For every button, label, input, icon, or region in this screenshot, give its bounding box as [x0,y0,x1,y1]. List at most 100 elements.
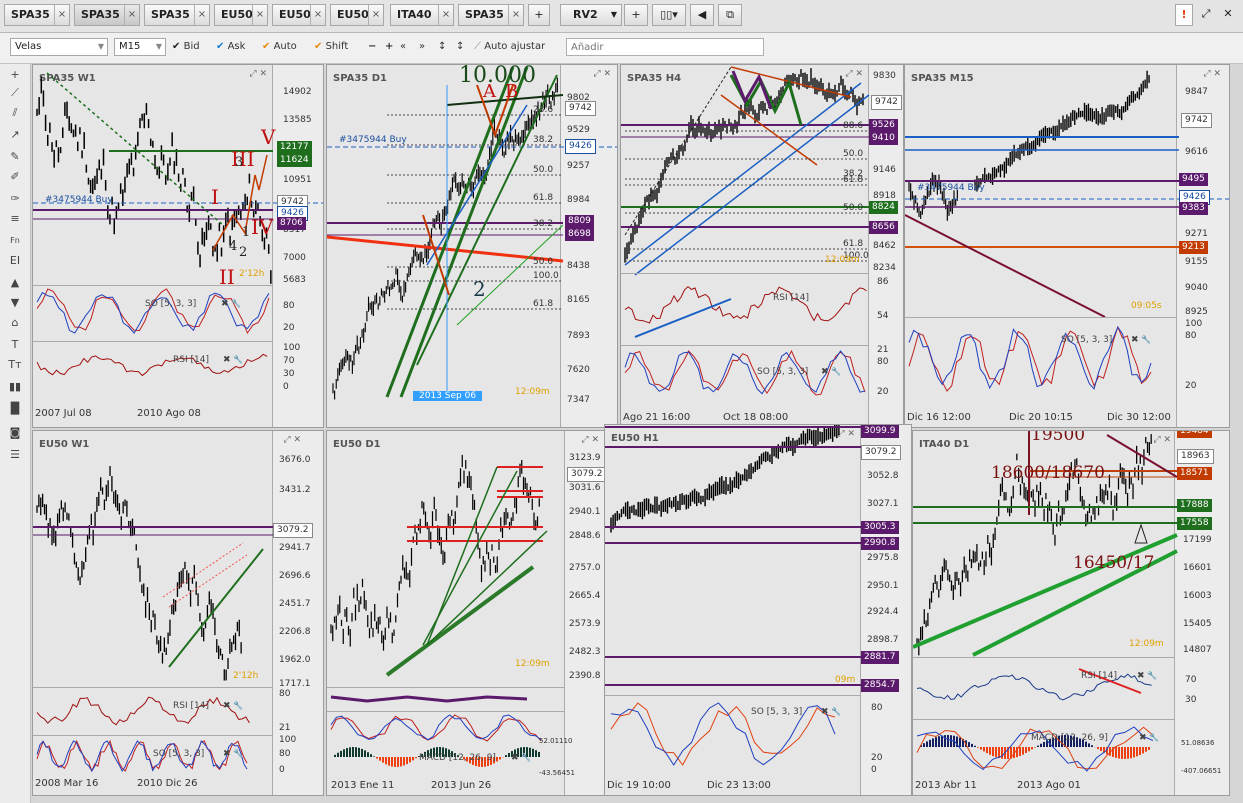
rv-selector[interactable]: RV2 ▼ [560,4,622,26]
ray-tool[interactable]: ↗ [5,128,25,142]
macd-bar [974,745,976,747]
detach-button[interactable]: ⧉ [718,4,742,26]
close-icon[interactable]: × [194,5,209,25]
chart-panel-spa35-d1[interactable]: SPA35 D1 ⤢ ✕ 23.6 38.2 50.0 61.8 38.2 50.0 100.… [326,64,618,428]
wrench-icon[interactable]: 🔧 [1141,335,1151,344]
add-window-button[interactable]: + [624,4,648,26]
macd-bar [1091,745,1093,747]
chart-panel-eu50-d1[interactable]: EU50 D1 ⤢ ✕ 3123.9 3031.6 2940.1 2848.6 2757.… [326,430,606,796]
close-icon[interactable]: × [438,5,453,25]
remove-indicator-icon[interactable]: ✖ [511,753,521,763]
close-icon[interactable]: × [124,5,139,25]
close-button[interactable]: ✕ [1219,4,1237,26]
fit-vertical-button[interactable]: ↕ [438,40,446,54]
brush-icon: ✐ [10,170,20,183]
trendline-tool[interactable]: ⟋ [5,86,25,100]
tab-eu50-5[interactable]: EU50 × [330,4,384,26]
tab-spa35-0[interactable]: SPA35 × [4,4,70,26]
info-button[interactable]: ! [1175,4,1193,26]
chart-panel-eu50-h1[interactable]: EU50 H1 ⤢ ✕ 3052.8 3027.1 2975.8 2950.1 2924.… [604,424,912,796]
remove-indicator-icon[interactable]: ✖ [1137,671,1147,681]
arrow-up-tool[interactable]: ▲ [5,276,25,290]
chart-panel-eu50-w1[interactable]: EU50 W1 ⤢ ✕ 3676.0 3431.2 2941.7 2696.6 2451.… [32,430,324,796]
pitchfork-tool[interactable]: ≡ [5,212,25,226]
date-tick: 2010 Ago 08 [137,408,201,419]
indicator-tools: ✖ 🔧 [821,367,841,377]
remove-indicator-icon[interactable]: ✖ [821,707,831,717]
layout-button[interactable]: ▯▯▾ [652,4,686,26]
shift-toggle[interactable]: ✔ Shift [314,40,348,54]
zoom-in-button[interactable]: + [385,40,393,54]
wrench-icon[interactable]: 🔧 [1149,733,1159,742]
pen-tool[interactable]: ✑ [5,192,25,206]
add-instrument-input[interactable] [566,38,764,56]
chart-panel-spa35-m15[interactable]: SPA35 M15 ⤢ ✕ #3475944 Buy 9847 9616 9271 915… [904,64,1230,428]
scale-vertical-button[interactable]: ↕ [456,40,464,54]
wrench-icon[interactable]: 🔧 [233,701,243,710]
price-tick: 7893 [567,331,590,341]
arrow-down-tool[interactable]: ▼ [5,296,25,310]
macd-bar [538,751,540,757]
wrench-icon[interactable]: 🔧 [233,355,243,364]
scroll-right-button[interactable]: » [419,40,425,54]
chart-panel-ita40-d1[interactable]: ITA40 D1 ⤢ ✕ 19500 18600/18670 16450/17 1719… [912,430,1230,796]
scroll-left-button[interactable]: « [400,40,406,54]
back-button[interactable]: ◀ [690,4,714,26]
tab-eu50-4[interactable]: EU50 × [272,4,326,26]
auto-adjust-toggle[interactable]: ⟋ Auto ajustar [474,40,545,54]
text-tool[interactable]: T [5,338,25,352]
macd-bar [1025,747,1027,753]
remove-indicator-icon[interactable]: ✖ [1139,733,1149,743]
shapes-tool[interactable]: ⌂ [5,316,25,330]
wrench-icon[interactable]: 🔧 [831,707,841,716]
tab-eu50-3[interactable]: EU50 × [214,4,268,26]
close-icon[interactable]: × [54,5,69,25]
close-icon[interactable]: × [508,5,523,25]
macd-bar [1100,747,1102,751]
volume-tool[interactable]: ▮▮ [5,380,25,394]
chart-panel-spa35-w1[interactable]: SPA35 W1 ⤢ ✕ I II III IV V 3 4 1 2 #3475944 Buy 149… [32,64,324,428]
elliott-tool[interactable]: EI [5,254,25,268]
price-tick: 7620 [567,365,590,375]
indicators-tool[interactable]: ▐▌ [5,402,25,416]
ask-toggle[interactable]: ✔ Ask [216,40,245,54]
wrench-icon[interactable]: 🔧 [231,299,241,308]
expand-button[interactable]: ⤢ [1197,4,1215,26]
auto-toggle[interactable]: ✔ Auto [262,40,297,54]
wrench-icon[interactable]: 🔧 [521,753,531,762]
tab-spa35-7[interactable]: SPA35 × [458,4,524,26]
text-size-tool[interactable]: Tт [5,358,25,372]
macd-bar [400,757,402,767]
wrench-icon[interactable]: 🔧 [233,749,243,758]
tab-spa35-2[interactable]: SPA35 × [144,4,210,26]
brush-tool[interactable]: ✐ [5,170,25,184]
fibonacci-tool[interactable]: Fn [5,234,25,248]
add-tab-button[interactable]: + [528,4,550,26]
tab-ita40-6[interactable]: ITA40 × [390,4,454,26]
remove-indicator-icon[interactable]: ✖ [221,299,231,309]
list-tool[interactable]: ☰ [5,448,25,462]
bid-toggle[interactable]: ✔ Bid [172,40,200,54]
chart-type-select[interactable]: Velas ▼ [10,38,108,56]
wrench-icon[interactable]: 🔧 [831,367,841,376]
remove-indicator-icon[interactable]: ✖ [1131,335,1141,345]
macd-bar [968,742,970,747]
crosshair-tool[interactable]: + [5,68,25,82]
channel-tool[interactable]: ⫽ [5,106,25,120]
close-icon[interactable]: × [368,5,383,25]
pencil-tool[interactable]: ✎ [5,150,25,164]
timeframe-select[interactable]: M15 ▼ [114,38,166,56]
remove-indicator-icon[interactable]: ✖ [223,355,233,365]
chart-panel-spa35-h4[interactable]: SPA35 H4 ⤢ ✕ 88.6 50.0 38.2 61.8 50.0 61.8 100.… [620,64,904,428]
tab-spa35-1[interactable]: SPA35 × [74,4,140,26]
wrench-icon[interactable]: 🔧 [1147,671,1157,680]
remove-indicator-icon[interactable]: ✖ [223,749,233,759]
screenshot-tool[interactable]: ◙ [5,426,25,440]
remove-indicator-icon[interactable]: ✖ [223,701,233,711]
auto-label: Auto [273,41,297,52]
zoom-out-button[interactable]: − [368,40,376,54]
close-icon[interactable]: × [252,5,267,25]
close-icon[interactable]: × [310,5,325,25]
indicator-label: SO [5, 3, 3] [1061,335,1113,345]
remove-indicator-icon[interactable]: ✖ [821,367,831,377]
